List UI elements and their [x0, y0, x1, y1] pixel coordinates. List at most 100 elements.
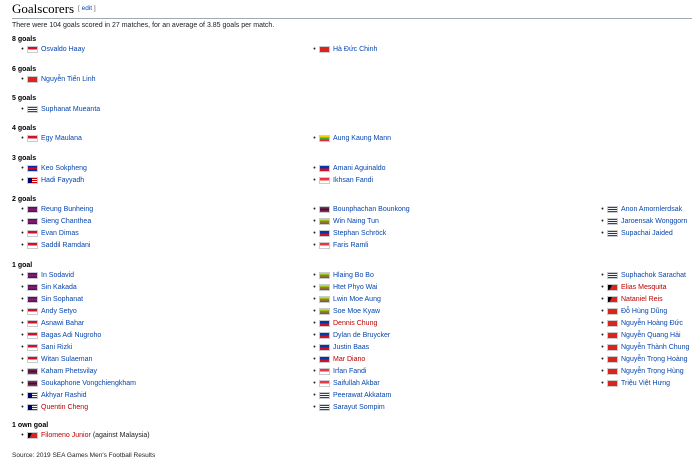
player-link[interactable]: Mar Diano [333, 356, 365, 363]
edit-link[interactable]: edit [82, 5, 92, 12]
flag-icon[interactable] [27, 391, 38, 399]
flag-icon[interactable] [607, 367, 618, 375]
flag-icon[interactable] [27, 355, 38, 363]
player-link[interactable]: Witan Sulaeman [41, 356, 92, 363]
flag-icon[interactable] [27, 241, 38, 249]
player-link[interactable]: Hadi Fayyadh [41, 177, 84, 184]
flag-icon[interactable] [607, 355, 618, 363]
player-link[interactable]: Suphanat Mueanta [41, 106, 100, 113]
player-link[interactable]: Evan Dimas [41, 230, 79, 237]
flag-icon[interactable] [27, 134, 38, 142]
player-link[interactable]: Htet Phyo Wai [333, 284, 377, 291]
flag-icon[interactable] [607, 205, 618, 213]
flag-icon[interactable] [319, 295, 330, 303]
flag-icon[interactable] [27, 319, 38, 327]
flag-icon[interactable] [27, 379, 38, 387]
flag-icon[interactable] [27, 343, 38, 351]
player-link[interactable]: Peerawat Akkatam [333, 392, 391, 399]
flag-icon[interactable] [319, 403, 330, 411]
player-link[interactable]: Egy Maulana [41, 135, 82, 142]
flag-icon[interactable] [319, 271, 330, 279]
player-link[interactable]: Elias Mesquita [621, 284, 667, 291]
player-link[interactable]: Kaham Phetsvilay [41, 368, 97, 375]
player-link[interactable]: Osvaldo Haay [41, 46, 85, 53]
player-link[interactable]: Nguyễn Trọng Hoàng [621, 356, 688, 363]
flag-icon[interactable] [607, 319, 618, 327]
player-link[interactable]: Nguyễn Tiến Linh [41, 76, 95, 83]
player-link[interactable]: Sin Kakada [41, 284, 77, 291]
flag-icon[interactable] [319, 307, 330, 315]
flag-icon[interactable] [319, 379, 330, 387]
flag-icon[interactable] [319, 241, 330, 249]
flag-icon[interactable] [319, 217, 330, 225]
flag-icon[interactable] [27, 176, 38, 184]
flag-icon[interactable] [319, 164, 330, 172]
flag-icon[interactable] [319, 355, 330, 363]
flag-icon[interactable] [27, 105, 38, 113]
player-link[interactable]: Anon Amornlerdsak [621, 206, 682, 213]
flag-icon[interactable] [319, 283, 330, 291]
flag-icon[interactable] [319, 367, 330, 375]
player-link[interactable]: Sani Rizki [41, 344, 72, 351]
player-link[interactable]: Soukaphone Vongchiengkham [41, 380, 136, 387]
flag-icon[interactable] [607, 331, 618, 339]
player-link[interactable]: Soe Moe Kyaw [333, 308, 380, 315]
flag-icon[interactable] [319, 134, 330, 142]
flag-icon[interactable] [607, 307, 618, 315]
player-link[interactable]: Saifullah Akbar [333, 380, 380, 387]
flag-icon[interactable] [27, 367, 38, 375]
player-link[interactable]: Ikhsan Fandi [333, 177, 373, 184]
player-link[interactable]: Lwin Moe Aung [333, 296, 381, 303]
player-link[interactable]: Andy Setyo [41, 308, 77, 315]
flag-icon[interactable] [607, 229, 618, 237]
player-link[interactable]: In Sodavid [41, 272, 74, 279]
flag-icon[interactable] [27, 205, 38, 213]
player-link[interactable]: Bounphachan Bounkong [333, 206, 410, 213]
flag-icon[interactable] [319, 205, 330, 213]
player-link[interactable]: Jaroensak Wonggorn [621, 218, 687, 225]
player-link[interactable]: Hlaing Bo Bo [333, 272, 374, 279]
flag-icon[interactable] [27, 283, 38, 291]
player-link[interactable]: Keo Sokpheng [41, 165, 87, 172]
flag-icon[interactable] [27, 164, 38, 172]
player-link[interactable]: Asnawi Bahar [41, 320, 84, 327]
player-link[interactable]: Nguyễn Hoàng Đức [621, 320, 683, 327]
flag-icon[interactable] [27, 45, 38, 53]
player-link[interactable]: Nguyễn Quang Hải [621, 332, 681, 339]
player-link[interactable]: Filomeno Junior [41, 432, 91, 439]
flag-icon[interactable] [27, 431, 38, 439]
player-link[interactable]: Amani Aguinaldo [333, 165, 386, 172]
player-link[interactable]: Reung Bunheing [41, 206, 93, 213]
player-link[interactable]: Sin Sophanat [41, 296, 83, 303]
player-link[interactable]: Nataniel Reis [621, 296, 663, 303]
flag-icon[interactable] [319, 45, 330, 53]
flag-icon[interactable] [607, 217, 618, 225]
player-link[interactable]: Sieng Chanthea [41, 218, 91, 225]
flag-icon[interactable] [319, 391, 330, 399]
player-link[interactable]: Win Naing Tun [333, 218, 379, 225]
flag-icon[interactable] [27, 307, 38, 315]
flag-icon[interactable] [607, 283, 618, 291]
player-link[interactable]: Triệu Việt Hưng [621, 380, 670, 387]
player-link[interactable]: Nguyễn Trọng Hùng [621, 368, 684, 375]
player-link[interactable]: Stephan Schröck [333, 230, 386, 237]
flag-icon[interactable] [27, 75, 38, 83]
player-link[interactable]: Suphachok Sarachat [621, 272, 686, 279]
player-link[interactable]: Faris Ramli [333, 242, 368, 249]
flag-icon[interactable] [27, 295, 38, 303]
player-link[interactable]: Akhyar Rashid [41, 392, 87, 399]
flag-icon[interactable] [607, 379, 618, 387]
player-link[interactable]: Aung Kaung Mann [333, 135, 391, 142]
flag-icon[interactable] [607, 295, 618, 303]
flag-icon[interactable] [319, 331, 330, 339]
player-link[interactable]: Bagas Adi Nugroho [41, 332, 101, 339]
flag-icon[interactable] [27, 217, 38, 225]
flag-icon[interactable] [27, 331, 38, 339]
flag-icon[interactable] [319, 229, 330, 237]
flag-icon[interactable] [27, 271, 38, 279]
player-link[interactable]: Justin Baas [333, 344, 369, 351]
player-link[interactable]: Hà Đức Chinh [333, 46, 377, 53]
player-link[interactable]: Dennis Chung [333, 320, 377, 327]
player-link[interactable]: Quentin Cheng [41, 404, 88, 411]
flag-icon[interactable] [27, 229, 38, 237]
